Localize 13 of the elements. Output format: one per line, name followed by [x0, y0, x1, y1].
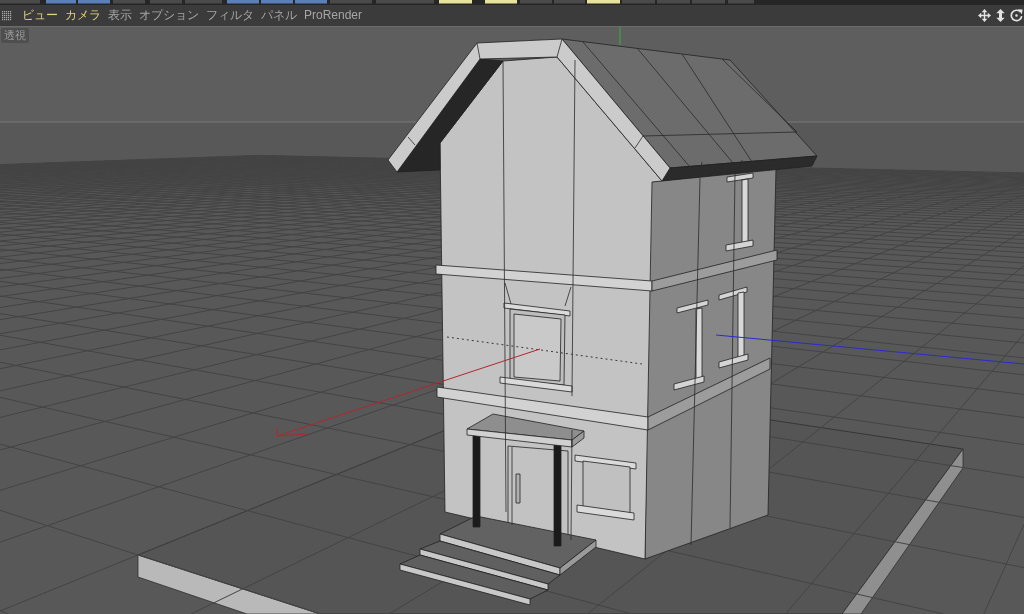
dotted-grid-icon[interactable]: [2, 10, 12, 21]
menu-item[interactable]: 表示: [108, 8, 132, 23]
menu-item[interactable]: オプション: [139, 8, 199, 23]
move-arrows-icon[interactable]: [978, 9, 991, 22]
up-down-arrow-icon[interactable]: [994, 9, 1007, 22]
menu-item[interactable]: カメラ: [65, 8, 101, 23]
menu-item[interactable]: ビュー: [22, 8, 58, 23]
y-axis-line: [619, 27, 621, 46]
view-mode-label: 透視: [1, 28, 29, 43]
rotate-icon[interactable]: [1010, 9, 1023, 22]
menu-item[interactable]: ProRender: [304, 8, 363, 23]
menu-item[interactable]: フィルタ: [206, 8, 254, 23]
menu-item[interactable]: パネル: [261, 8, 297, 23]
